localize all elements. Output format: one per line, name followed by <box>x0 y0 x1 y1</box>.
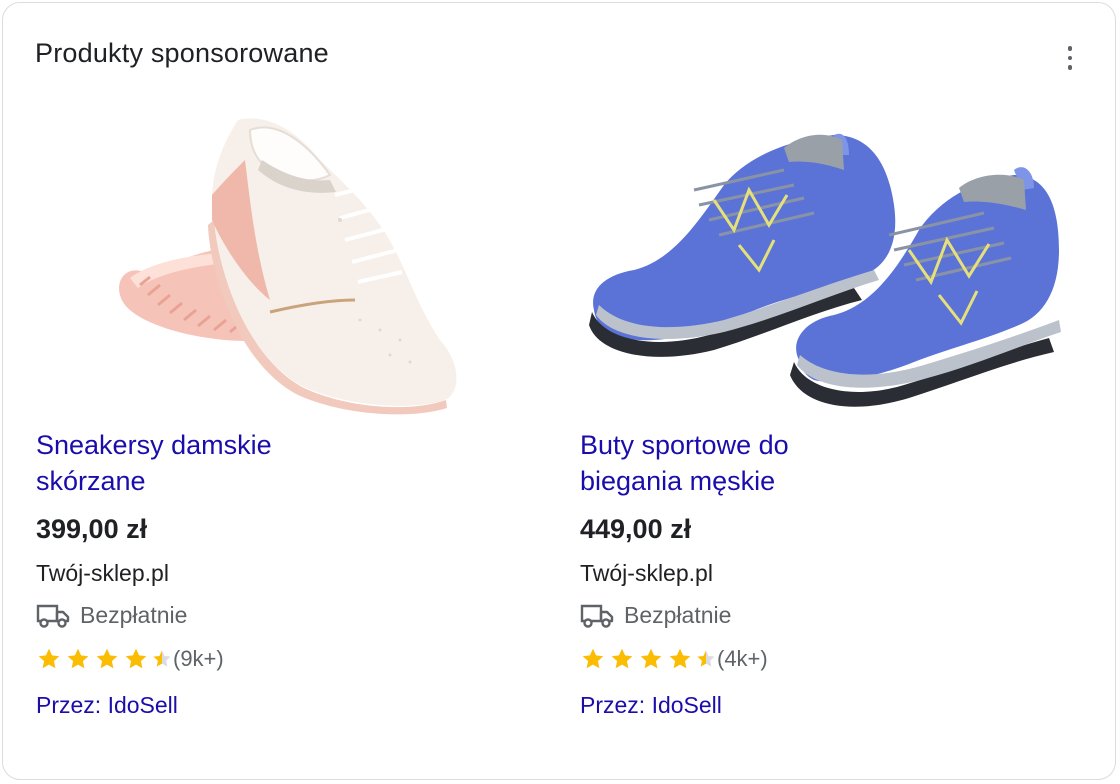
store-name: Twój-sklep.pl <box>580 560 713 586</box>
more-vert-icon-dot <box>1067 65 1073 70</box>
star-full-icon <box>582 648 604 669</box>
truck-icon <box>36 604 70 628</box>
star-rating <box>580 647 716 671</box>
shipping-text: Bezpłatnie <box>624 602 732 628</box>
star-half-icon <box>697 650 715 667</box>
shipping-info: Bezpłatnie <box>580 602 731 629</box>
review-count: (4k+) <box>717 646 768 671</box>
product-title-line: Buty sportowe do <box>580 430 789 460</box>
product-title-line: biegania męskie <box>580 466 776 496</box>
more-vert-icon-dot <box>1067 55 1073 61</box>
shipping-text: Bezpłatnie <box>80 602 188 628</box>
product-price: 449,00 zł <box>580 514 692 544</box>
shipping-info: Bezpłatnie <box>36 602 187 629</box>
white-sneaker-image[interactable] <box>0 100 520 420</box>
rating: (9k+) <box>36 646 224 672</box>
star-full-icon <box>38 648 60 669</box>
star-full-icon <box>669 648 691 669</box>
review-count: (9k+) <box>173 646 224 671</box>
product-title-link[interactable]: Sneakersy damskie skórzane <box>36 427 366 499</box>
star-half-icon <box>153 650 171 667</box>
product-card-1[interactable]: Sneakersy damskie skórzane 399,00 zł Twó… <box>0 0 520 784</box>
star-full-icon <box>125 648 147 669</box>
product-title-line: Sneakersy damskie <box>36 430 272 460</box>
store-name: Twój-sklep.pl <box>36 560 169 586</box>
product-card-2[interactable]: Buty sportowe do biegania męskie 449,00 … <box>544 0 1064 784</box>
more-vert-icon <box>1067 46 1073 51</box>
star-full-icon <box>640 648 662 669</box>
blue-running-shoes-image[interactable] <box>544 100 1064 420</box>
truck-icon <box>580 604 614 628</box>
star-full-icon <box>96 648 118 669</box>
star-full-icon <box>611 648 633 669</box>
product-title-link[interactable]: Buty sportowe do biegania męskie <box>580 427 910 499</box>
star-rating <box>36 647 172 671</box>
seller-link[interactable]: Przez: IdoSell <box>36 692 178 719</box>
seller-link[interactable]: Przez: IdoSell <box>580 692 722 719</box>
rating: (4k+) <box>580 646 768 672</box>
star-full-icon <box>67 648 89 669</box>
product-price: 399,00 zł <box>36 514 148 544</box>
product-title-line: skórzane <box>36 466 146 496</box>
